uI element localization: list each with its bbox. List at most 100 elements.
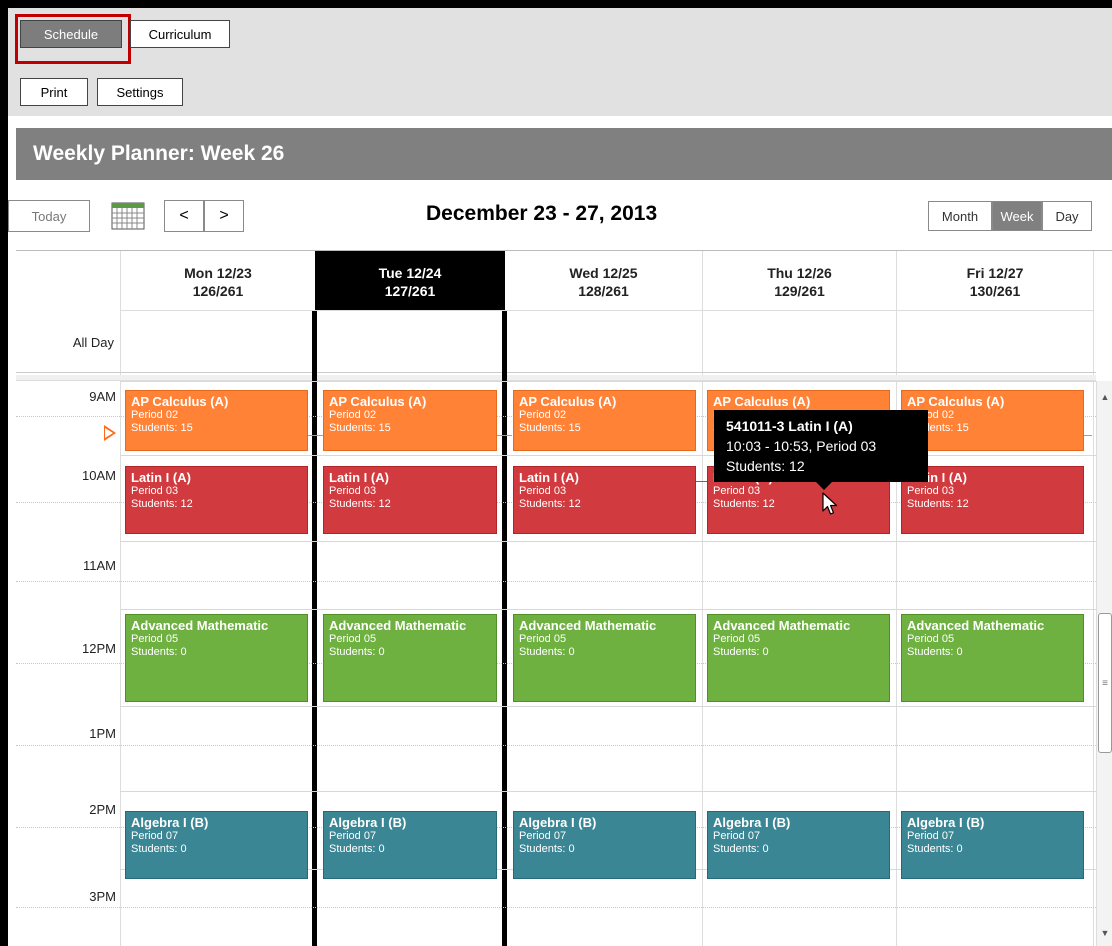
day-name: Fri 12/27 (966, 265, 1024, 281)
calendar-picker-button[interactable] (105, 200, 151, 232)
page-title: Weekly Planner: Week 26 (16, 128, 1112, 180)
event-period: Period 02 (329, 409, 377, 421)
next-week-button[interactable]: > (204, 200, 244, 232)
event-students: Students: 0 (131, 646, 187, 658)
event-students: Students: 0 (329, 646, 385, 658)
event-ap-calculus-fri[interactable]: AP Calculus (A) Period 02 Students: 15 (901, 390, 1084, 451)
event-period: Period 05 (907, 633, 955, 645)
event-title: Algebra I (B) (519, 815, 597, 830)
event-students: Students: 0 (907, 646, 963, 658)
time-grid[interactable]: 9AM 10AM 11AM 12PM 1PM 2PM 3PM AP Calcul… (16, 381, 1096, 946)
event-title: Advanced Mathematic (329, 618, 467, 633)
event-students: Students: 0 (713, 843, 769, 855)
event-students: Students: 12 (907, 498, 969, 510)
view-month-button[interactable]: Month (928, 201, 992, 231)
scroll-down-icon[interactable]: ▼ (1097, 925, 1112, 941)
event-algebra-thu[interactable]: Algebra I (B) Period 07 Students: 0 (707, 811, 890, 879)
event-latin-tue[interactable]: Latin I (A) Period 03 Students: 12 (323, 466, 497, 534)
day-count: 129/261 (774, 283, 825, 299)
day-header-fri[interactable]: Fri 12/27 130/261 (897, 251, 1093, 311)
event-students: Students: 15 (131, 422, 193, 434)
view-week-button[interactable]: Week (992, 201, 1042, 231)
event-students: Students: 15 (329, 422, 391, 434)
day-count: 127/261 (384, 283, 436, 299)
tab-curriculum[interactable]: Curriculum (130, 20, 230, 48)
event-period: Period 07 (519, 830, 567, 842)
event-period: Period 03 (907, 485, 955, 497)
event-ap-calculus-tue[interactable]: AP Calculus (A) Period 02 Students: 15 (323, 390, 497, 451)
event-title: AP Calculus (A) (131, 394, 229, 409)
hour-label-1pm: 1PM (89, 726, 116, 741)
event-algebra-fri[interactable]: Algebra I (B) Period 07 Students: 0 (901, 811, 1084, 879)
hour-label-3pm: 3PM (89, 889, 116, 904)
day-name: Mon 12/23 (184, 265, 252, 281)
day-name: Tue 12/24 (378, 265, 442, 281)
event-advanced-math-tue[interactable]: Advanced Mathematic Period 05 Students: … (323, 614, 497, 702)
event-students: Students: 12 (713, 498, 775, 510)
event-title: AP Calculus (A) (713, 394, 811, 409)
event-period: Period 03 (519, 485, 567, 497)
event-period: Period 03 (131, 485, 179, 497)
event-title: Latin I (A) (329, 470, 389, 485)
event-students: Students: 12 (131, 498, 193, 510)
event-latin-fri[interactable]: Latin I (A) Period 03 Students: 12 (901, 466, 1084, 534)
hour-label-12pm: 12PM (82, 641, 116, 656)
settings-button[interactable]: Settings (97, 78, 183, 106)
event-algebra-tue[interactable]: Algebra I (B) Period 07 Students: 0 (323, 811, 497, 879)
tooltip-students: Students: 12 (726, 458, 805, 474)
scroll-up-icon[interactable]: ▲ (1097, 389, 1112, 405)
all-day-row[interactable] (16, 311, 1096, 373)
event-advanced-math-fri[interactable]: Advanced Mathematic Period 05 Students: … (901, 614, 1084, 702)
event-title: Latin I (A) (519, 470, 579, 485)
event-title: AP Calculus (A) (907, 394, 1005, 409)
event-students: Students: 15 (519, 422, 581, 434)
day-name: Thu 12/26 (767, 265, 832, 281)
day-count: 126/261 (192, 283, 244, 299)
event-title: Advanced Mathematic (907, 618, 1045, 633)
event-students: Students: 0 (329, 843, 385, 855)
event-latin-mon[interactable]: Latin I (A) Period 03 Students: 12 (125, 466, 308, 534)
all-day-label: All Day (72, 334, 114, 350)
event-title: Advanced Mathematic (713, 618, 851, 633)
print-button[interactable]: Print (20, 78, 88, 106)
event-period: Period 05 (519, 633, 567, 645)
event-students: Students: 0 (131, 843, 187, 855)
event-period: Period 03 (713, 485, 761, 497)
event-advanced-math-wed[interactable]: Advanced Mathematic Period 05 Students: … (513, 614, 696, 702)
date-range-title: December 23 - 27, 2013 (426, 202, 658, 225)
day-header-wed[interactable]: Wed 12/25 128/261 (505, 251, 702, 311)
event-advanced-math-mon[interactable]: Advanced Mathematic Period 05 Students: … (125, 614, 308, 702)
event-period: Period 05 (329, 633, 377, 645)
event-algebra-wed[interactable]: Algebra I (B) Period 07 Students: 0 (513, 811, 696, 879)
event-ap-calculus-mon[interactable]: AP Calculus (A) Period 02 Students: 15 (125, 390, 308, 451)
today-button[interactable]: Today (8, 200, 90, 232)
hour-label-9am: 9AM (89, 389, 116, 404)
event-students: Students: 15 (907, 422, 969, 434)
event-ap-calculus-wed[interactable]: AP Calculus (A) Period 02 Students: 15 (513, 390, 696, 451)
scrollbar-thumb[interactable]: ≡ (1098, 613, 1112, 753)
day-header-tue[interactable]: Tue 12/24 127/261 (315, 251, 505, 311)
toolbar: Schedule Curriculum Print Settings (8, 8, 1112, 116)
tooltip-time: 10:03 - 10:53, Period 03 (726, 438, 877, 454)
event-period: Period 07 (329, 830, 377, 842)
tooltip-title: 541011-3 Latin I (A) (726, 418, 853, 434)
calendar-grid-icon (111, 202, 145, 230)
event-title: Advanced Mathematic (131, 618, 269, 633)
day-header-thu[interactable]: Thu 12/26 129/261 (703, 251, 896, 311)
event-latin-wed[interactable]: Latin I (A) Period 03 Students: 12 (513, 466, 696, 534)
event-algebra-mon[interactable]: Algebra I (B) Period 07 Students: 0 (125, 811, 308, 879)
event-title: Advanced Mathematic (519, 618, 657, 633)
event-title: Algebra I (B) (713, 815, 791, 830)
view-day-button[interactable]: Day (1042, 201, 1092, 231)
mouse-pointer-icon (822, 492, 838, 515)
planner-window: Schedule Curriculum Print Settings Weekl… (8, 8, 1112, 946)
prev-week-button[interactable]: < (164, 200, 204, 232)
event-period: Period 02 (907, 409, 955, 421)
event-period: Period 07 (907, 830, 955, 842)
event-title: Algebra I (B) (329, 815, 407, 830)
day-name: Wed 12/25 (569, 265, 638, 281)
vertical-scrollbar[interactable]: ▲ ≡ ▼ (1096, 381, 1112, 946)
day-header-mon[interactable]: Mon 12/23 126/261 (121, 251, 315, 311)
tab-schedule[interactable]: Schedule (20, 20, 122, 48)
event-advanced-math-thu[interactable]: Advanced Mathematic Period 05 Students: … (707, 614, 890, 702)
